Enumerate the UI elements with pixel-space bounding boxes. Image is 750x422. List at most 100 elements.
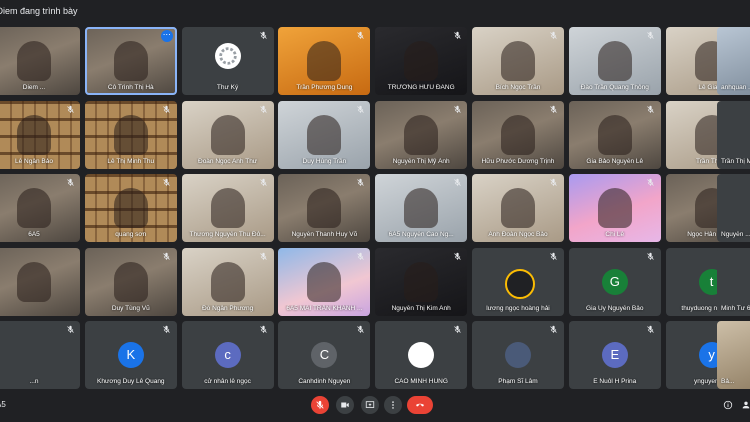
participant-name: TRƯƠNG HỮU ĐĂNG [387,84,455,91]
mic-muted-icon [452,105,462,115]
participant-name: Lê Thị Minh Thu [107,157,155,165]
participant-name: Nguyễn Thị Mỹ Ánh [392,157,450,165]
participant-tile[interactable]: lương ngọc hoàng hải [471,247,564,316]
participant-tile[interactable]: Duy Tùng Vũ [84,247,177,316]
participant-name: E Nuôl H Prina [593,378,637,385]
participant-tile[interactable]: 6A5 Nguyễn Cao Ng... [375,174,468,242]
info-icon [723,400,733,410]
participant-name: Canhdinh Nguyen [298,378,351,385]
participant-video [500,188,535,228]
participant-name: 6A5 MAI TRẦN KHÁNH ... [286,304,363,312]
participant-tile-partial[interactable]: Nguyễn ... [717,174,750,242]
participant-tile[interactable]: C Canhdinh Nguyen [278,321,371,389]
participant-name: Lê Ngân Bảo [15,157,53,165]
mic-off-button[interactable] [311,396,329,414]
mic-muted-icon [65,178,75,188]
participant-name: Anh Đoàn Ngọc Bảo [488,231,548,238]
people-button[interactable] [740,400,750,412]
mic-muted-icon [162,178,172,188]
participant-tile[interactable]: Nguyễn Thanh Huy Võ [278,174,371,242]
participant-tile[interactable]: K Khương Duy Lê Quang [84,321,177,389]
present-button[interactable] [361,396,379,414]
mic-muted-icon [646,31,656,41]
avatar [504,268,535,299]
participant-tile[interactable]: Lê Thị Minh Thu [84,100,177,169]
more-options-icon[interactable]: ⋯ [160,30,173,42]
participant-tile[interactable]: Nguyễn Thị Kim Anh [375,247,468,316]
mic-muted-icon [549,325,559,335]
camera-icon [341,402,349,408]
participant-name: Nguyễn Thị Kim Anh [391,304,451,312]
mic-muted-icon [549,31,559,41]
mic-muted-icon [452,252,462,262]
participant-name: Diem ... [22,84,46,91]
participant-tile[interactable]: Đỗ Ngân Phương [181,247,274,316]
participant-video [17,261,51,302]
participant-tile[interactable]: Trần Phương Dung [278,27,371,95]
participant-tile[interactable]: Hữu Phước Dương Trịnh [471,100,564,169]
participant-tile[interactable]: quang sơn [84,174,177,242]
participant-name: Đỗ Ngân Phương [201,304,254,312]
participant-video [210,261,245,302]
participant-tile[interactable]: CAO MINH HÙNG [375,321,468,389]
participant-tile[interactable]: ⋯ Cô Trình Thị Hà [84,27,177,95]
participant-name: Thương Nguyễn Thu Đô... [189,231,266,238]
participant-tile[interactable]: Duy Hùng Trần [278,100,371,169]
more-options-button[interactable] [384,396,402,414]
participant-tile-partial[interactable]: Minh Tư 6... [717,247,750,316]
participant-tile[interactable]: c cử nhân lê ngọc [181,321,274,389]
mic-muted-icon [355,31,365,41]
participant-tile[interactable] [0,247,80,316]
participant-grid: Diem ... ⋯ Cô Trình Thị Hà Thư Ký Trần Phươn… [0,27,750,389]
presenting-status: i Diem đang trình bày [0,6,78,16]
participant-name: Gia Uy Nguyễn Bảo [586,304,644,312]
participant-tile[interactable]: 6A5 MAI TRẦN KHÁNH ... [278,247,371,316]
participant-video [210,114,245,155]
participant-tile-partial[interactable]: anhquan ... [717,27,750,95]
participant-tile[interactable]: Anh Đoàn Ngọc Bảo [471,174,564,242]
participant-name: Đoàn Ngọc Anh Thư [198,157,258,165]
participant-tile[interactable]: 6A5 [0,174,80,242]
participant-tile[interactable]: Đoàn Ngọc Anh Thư [181,100,274,169]
participant-name: Duy Tùng Vũ [111,304,150,312]
participant-name: Duy Hùng Trần [302,157,347,165]
mic-muted-icon [162,325,172,335]
participant-tile[interactable]: TRƯƠNG HỮU ĐĂNG [375,27,468,95]
info-button[interactable] [722,400,734,412]
participant-tile[interactable]: Nguyễn Thị Mỹ Ánh [375,100,468,169]
participant-name: Trần Phương Dung [296,84,353,91]
participant-name: Bả... [721,378,735,385]
participant-tile[interactable]: G Gia Uy Nguyễn Bảo [568,247,661,316]
participant-name: Cô Trình Thị Hà [107,84,154,91]
participant-tile-partial[interactable]: Trần Thị M... [717,100,750,169]
camera-button[interactable] [336,396,354,414]
participant-tile[interactable]: ...n [0,321,80,389]
participant-tile[interactable]: Gia Bảo Nguyễn Lê [568,100,661,169]
participant-tile[interactable]: Chi Lê [568,174,661,242]
mic-muted-icon [355,325,365,335]
participant-tile[interactable]: E E Nuôl H Prina [568,321,661,389]
participant-name: CAO MINH HÙNG [394,378,448,385]
hang-up-button[interactable] [407,396,433,414]
participant-video [17,41,51,81]
participant-tile[interactable]: Đào Trần Quang Thông [568,27,661,95]
participant-tile-partial[interactable]: Bả... [717,321,750,389]
people-icon [742,401,750,409]
participant-video [17,114,51,155]
participant-tile[interactable]: Thư Ký [181,27,274,95]
participant-tile[interactable]: Lê Ngân Bảo [0,100,80,169]
participant-video [307,188,342,228]
participant-tile[interactable]: Diem ... [0,27,80,95]
participant-video [113,261,148,302]
participant-tile[interactable]: Thương Nguyễn Thu Đô... [181,174,274,242]
participant-video [17,188,51,228]
present-icon [365,401,375,408]
participant-tile[interactable]: Phạm Sĩ Lâm [471,321,564,389]
participant-name: Phạm Sĩ Lâm [498,378,538,385]
participant-name: quang sơn [115,231,147,238]
participant-name: Hữu Phước Dương Trịnh [481,157,555,165]
participant-name: Khương Duy Lê Quang [97,378,165,385]
participant-name: lương ngọc hoàng hải [486,304,550,312]
avatar: C [311,342,338,368]
participant-tile[interactable]: Bích Ngọc Trần [471,27,564,95]
